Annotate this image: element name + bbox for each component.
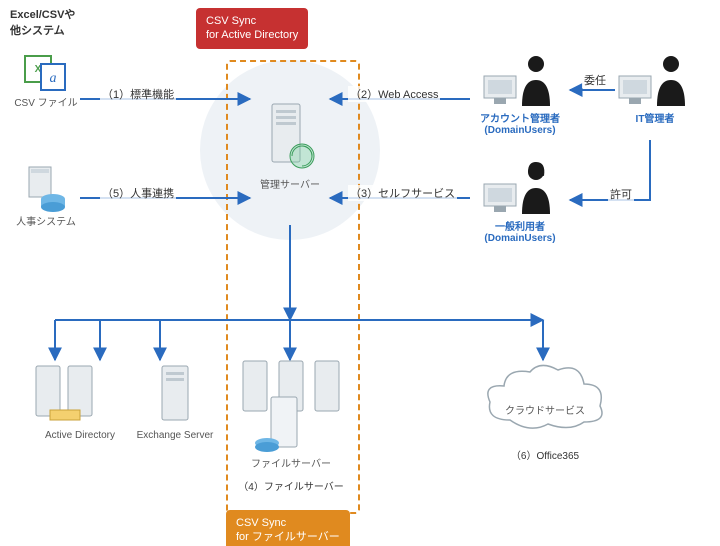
delegate-label: 委任 — [582, 72, 608, 88]
exchange-label: Exchange Server — [130, 430, 220, 441]
server-group-icon — [232, 355, 350, 455]
general-user-label2: (DomainUsers) — [468, 233, 572, 244]
csv-file-icon: X a — [10, 50, 82, 94]
edge1-label: （1）標準機能 — [100, 86, 176, 102]
badge-bottom: CSV Sync for ファイルサーバー — [226, 510, 350, 546]
edge4-label: （4）ファイルサーバー — [232, 478, 350, 493]
server-icon — [250, 100, 330, 176]
mgmt-server-label: 管理サーバー — [250, 176, 330, 191]
node-active-directory: Active Directory — [20, 360, 140, 441]
diagram-stage: Excel/CSVや 他システム CSV Sync for Active Dir… — [0, 0, 720, 546]
badge-top-line1: CSV Sync — [206, 14, 298, 28]
account-admin-label1: アカウント管理者 — [468, 110, 572, 125]
account-admin-label2: (DomainUsers) — [468, 125, 572, 136]
server-pair-icon — [20, 360, 140, 430]
edge5-label: （5）人事連携 — [100, 185, 176, 201]
node-account-admin: アカウント管理者 (DomainUsers) — [468, 50, 572, 136]
server-icon — [130, 360, 220, 430]
permit-label: 許可 — [608, 186, 634, 202]
csv-file-label: CSV ファイル — [10, 94, 82, 109]
node-cloud: クラウドサービス （6）Office365 — [480, 360, 610, 462]
edge2-label: （2）Web Access — [348, 86, 440, 102]
node-it-admin: IT管理者 — [610, 50, 700, 125]
cloud-icon — [480, 360, 610, 436]
user-pc-icon — [468, 158, 572, 218]
edge6-label: （6）Office365 — [480, 447, 610, 462]
database-icon — [10, 165, 82, 213]
node-csv-file: X a CSV ファイル — [10, 50, 82, 109]
badge-top-line2: for Active Directory — [206, 28, 298, 42]
badge-top: CSV Sync for Active Directory — [196, 8, 308, 49]
node-general-user: 一般利用者 (DomainUsers) — [468, 158, 572, 244]
header-left-title: Excel/CSVや 他システム — [10, 6, 75, 38]
user-pc-icon — [610, 50, 700, 110]
node-mgmt-server: 管理サーバー — [250, 100, 330, 191]
node-file-server: ファイルサーバー （4）ファイルサーバー — [232, 355, 350, 493]
badge-bottom-line2: for ファイルサーバー — [236, 530, 340, 544]
node-exchange: Exchange Server — [130, 360, 220, 441]
file-server-label: ファイルサーバー — [232, 455, 350, 470]
node-hr-system: 人事システム — [10, 165, 82, 228]
hr-system-label: 人事システム — [10, 213, 82, 228]
general-user-label1: 一般利用者 — [468, 218, 572, 233]
badge-bottom-line1: CSV Sync — [236, 516, 340, 530]
edge3-label: （3）セルフサービス — [348, 185, 457, 201]
ad-label: Active Directory — [20, 430, 140, 441]
user-pc-icon — [468, 50, 572, 110]
svg-text:a: a — [50, 71, 57, 86]
it-admin-label: IT管理者 — [610, 110, 700, 125]
